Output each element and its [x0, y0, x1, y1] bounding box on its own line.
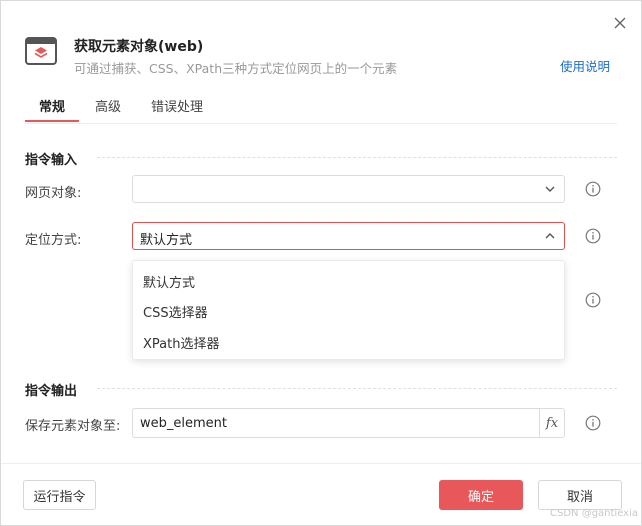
save-to-label: 保存元素对象至: — [25, 419, 121, 434]
dialog-title: 获取元素对象(web) — [74, 39, 204, 55]
web-object-select[interactable] — [132, 175, 565, 203]
tab-error-handling[interactable]: 错误处理 — [151, 96, 203, 122]
locate-method-value: 默认方式 — [140, 233, 193, 248]
locate-method-label: 定位方式: — [25, 233, 82, 248]
tab-general[interactable]: 常规 — [39, 96, 65, 122]
close-icon — [614, 17, 626, 29]
locate-method-dropdown: 默认方式 CSS选择器 XPath选择器 — [132, 260, 565, 360]
info-icon[interactable] — [585, 181, 601, 197]
web-object-label: 网页对象: — [25, 186, 82, 201]
footer-divider — [1, 463, 641, 464]
save-to-field: fx — [132, 408, 565, 438]
chevron-up-icon — [545, 233, 555, 239]
section-divider — [97, 388, 617, 389]
run-command-button[interactable]: 运行指令 — [23, 480, 96, 510]
info-icon[interactable] — [585, 228, 601, 244]
watermark: CSDN @gantiexia — [550, 508, 639, 519]
option-default[interactable]: 默认方式 — [143, 272, 195, 291]
info-icon[interactable] — [585, 415, 601, 431]
locate-method-select[interactable]: 默认方式 — [132, 222, 565, 250]
tab-bar: 常规 高级 错误处理 — [25, 96, 617, 124]
cancel-button[interactable]: 取消 — [538, 480, 622, 510]
fx-button[interactable]: fx — [539, 409, 564, 437]
close-button[interactable] — [609, 12, 631, 34]
tab-advanced[interactable]: 高级 — [95, 96, 121, 122]
help-link[interactable]: 使用说明 — [560, 56, 610, 75]
option-css-selector[interactable]: CSS选择器 — [143, 302, 208, 321]
confirm-button[interactable]: 确定 — [439, 480, 523, 510]
section-divider — [97, 157, 617, 158]
chevron-down-icon — [545, 186, 555, 192]
info-icon[interactable] — [585, 292, 601, 308]
option-xpath-selector[interactable]: XPath选择器 — [143, 333, 219, 352]
input-section-title: 指令输入 — [25, 153, 78, 168]
web-element-icon — [25, 37, 57, 65]
output-section-title: 指令输出 — [25, 384, 78, 399]
save-to-input[interactable] — [140, 414, 535, 432]
active-tab-indicator — [25, 120, 79, 122]
dialog-subtitle: 可通过捕获、CSS、XPath三种方式定位网页上的一个元素 — [74, 61, 398, 76]
dialog: 获取元素对象(web) 可通过捕获、CSS、XPath三种方式定位网页上的一个元… — [0, 0, 642, 526]
